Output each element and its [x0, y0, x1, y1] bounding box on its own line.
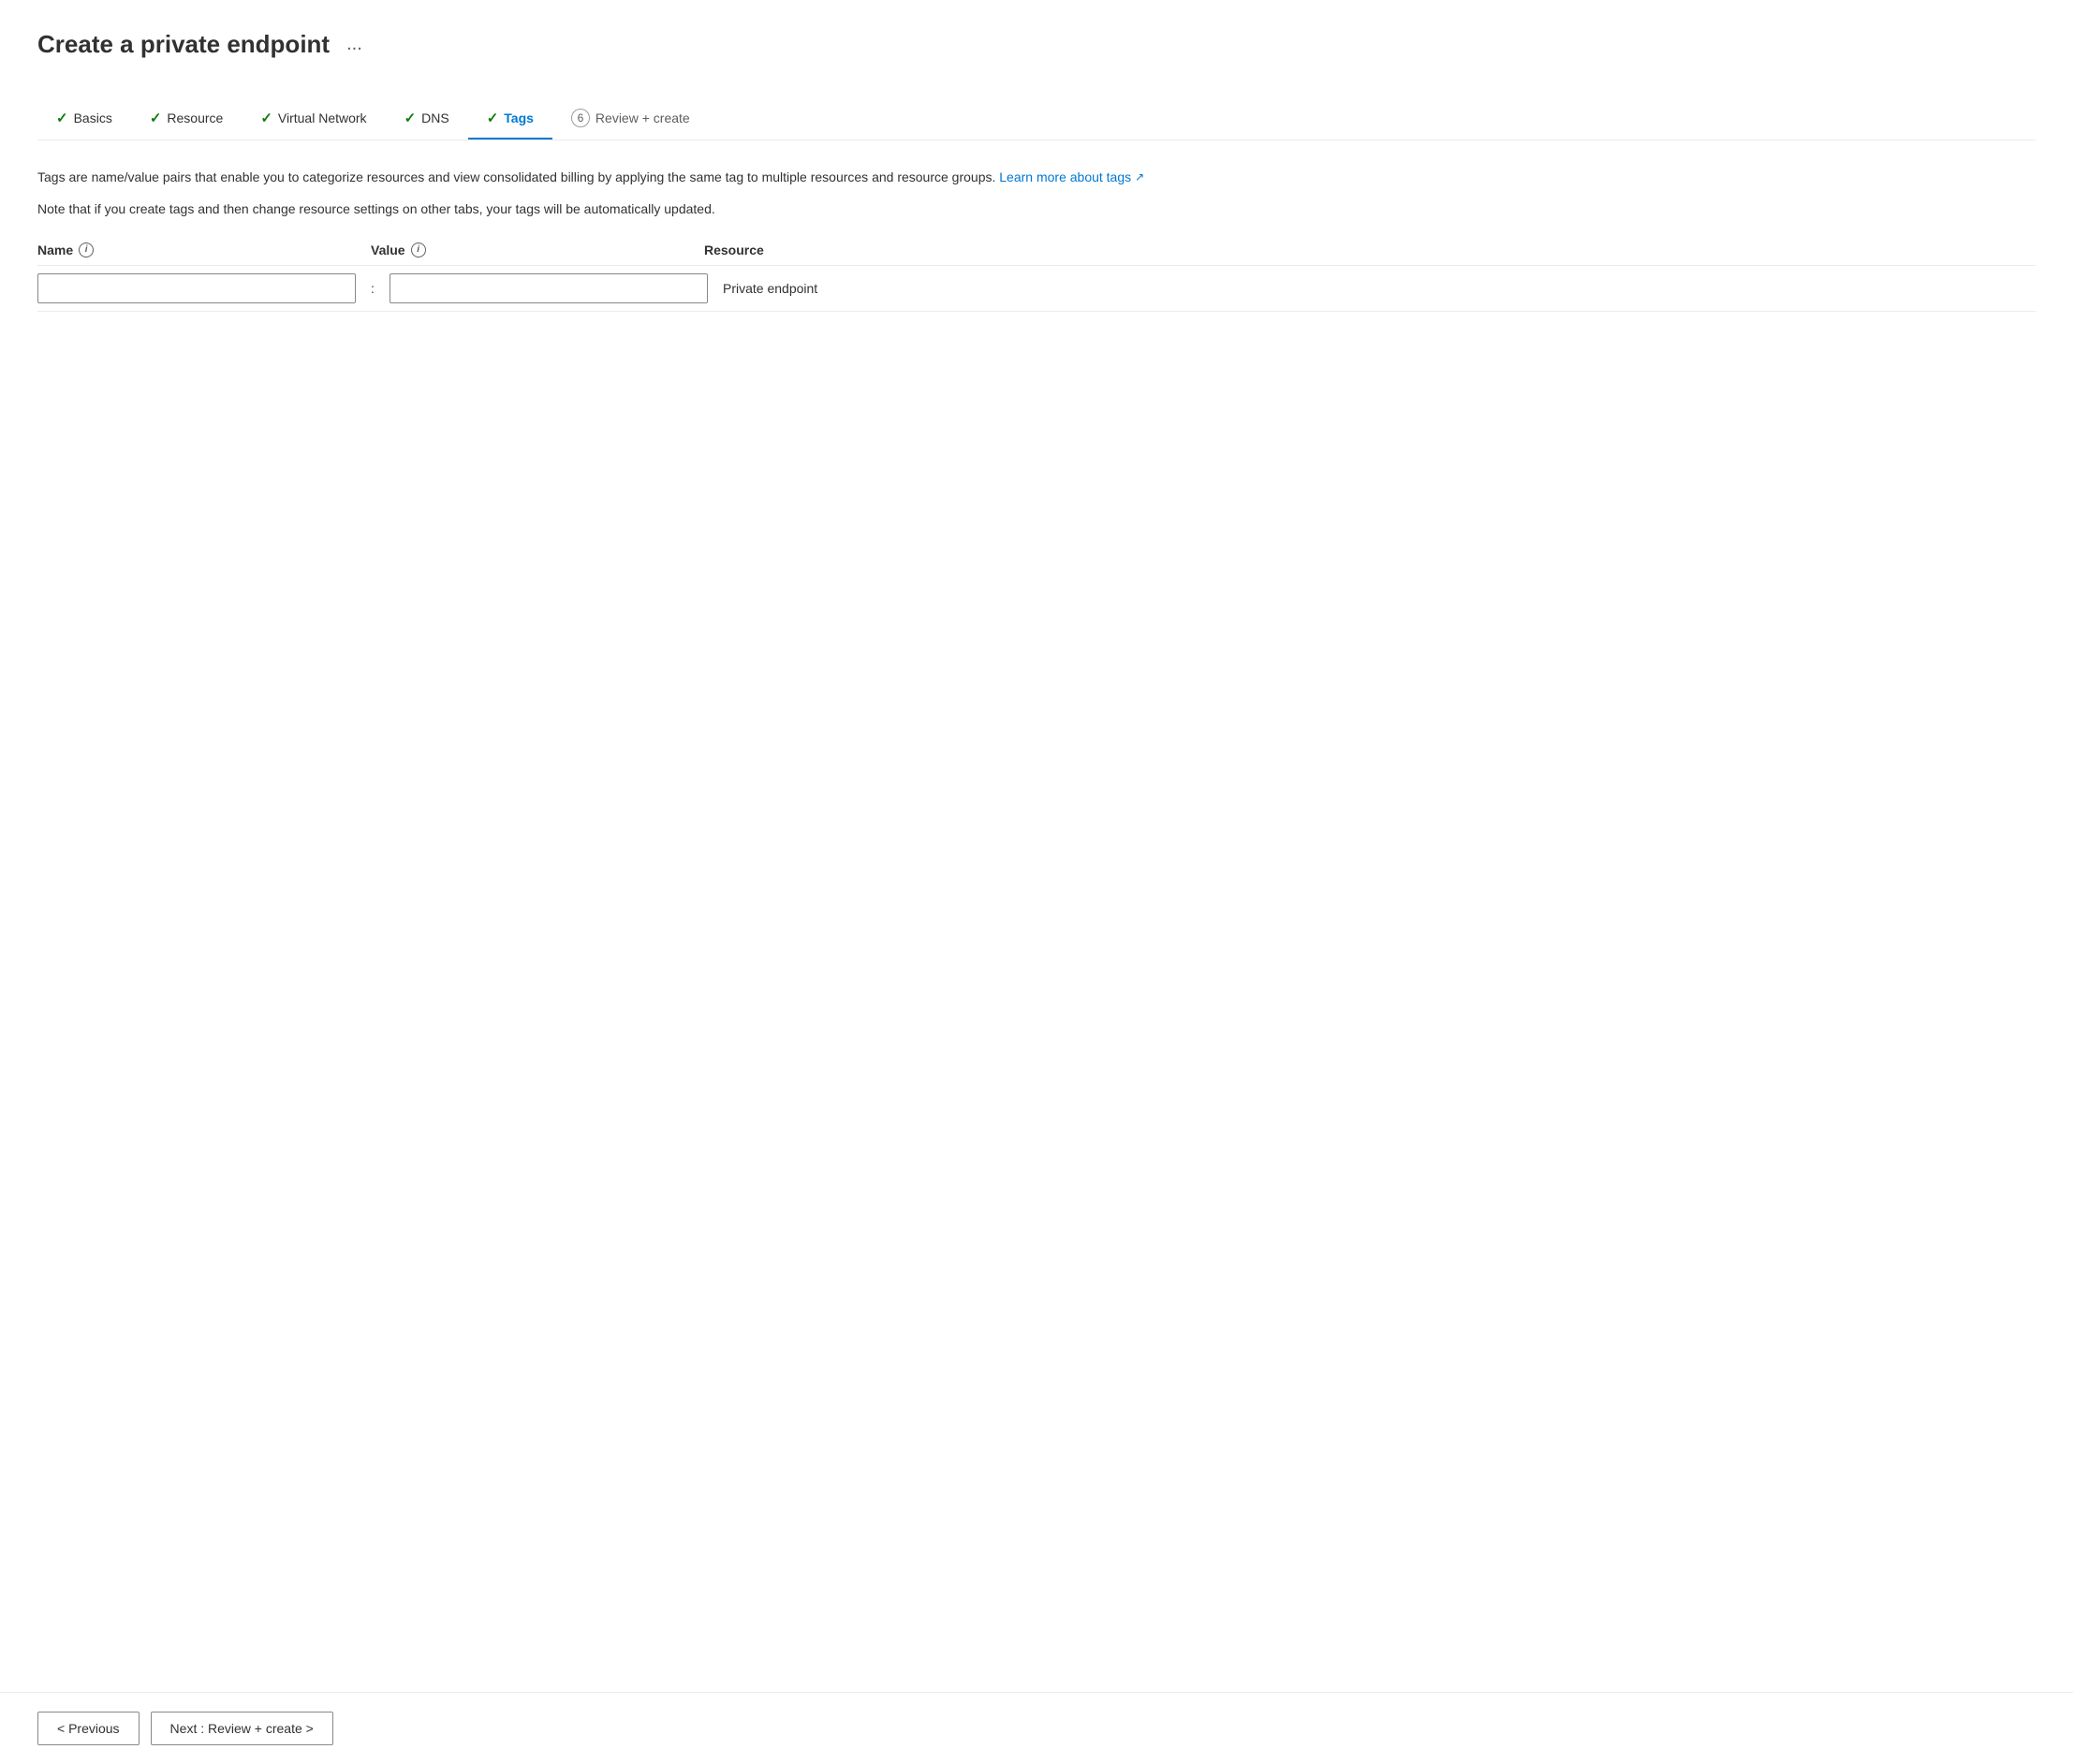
- ellipsis-button[interactable]: ...: [341, 32, 368, 57]
- footer-bar: < Previous Next : Review + create >: [0, 1692, 2073, 1764]
- name-info-icon[interactable]: i: [79, 243, 94, 257]
- learn-more-text: Learn more about tags: [999, 167, 1131, 187]
- tags-table-header: Name i Value i Resource: [37, 243, 2036, 266]
- description-main: Tags are name/value pairs that enable yo…: [37, 167, 2036, 187]
- tab-resource-check: ✓: [150, 110, 162, 126]
- value-info-icon[interactable]: i: [411, 243, 426, 257]
- previous-button[interactable]: < Previous: [37, 1712, 140, 1745]
- tab-basics-label: Basics: [74, 110, 112, 125]
- tab-tags-label: Tags: [504, 110, 534, 125]
- tab-dns[interactable]: ✓ DNS: [386, 98, 468, 140]
- tab-basics[interactable]: ✓ Basics: [37, 98, 131, 140]
- tab-resource-label: Resource: [167, 110, 223, 125]
- tab-resource[interactable]: ✓ Resource: [131, 98, 243, 140]
- description-section: Tags are name/value pairs that enable yo…: [37, 167, 2036, 220]
- tab-dns-label: DNS: [421, 110, 449, 125]
- colon-separator: :: [363, 281, 382, 296]
- tab-tags-check: ✓: [487, 110, 499, 126]
- tab-review-create-label: Review + create: [595, 110, 690, 125]
- next-button[interactable]: Next : Review + create >: [151, 1712, 333, 1745]
- tabs-nav: ✓ Basics ✓ Resource ✓ Virtual Network ✓ …: [37, 96, 2036, 140]
- col-header-resource: Resource: [704, 243, 2036, 257]
- col-header-value: Value i: [371, 243, 689, 257]
- tag-name-input[interactable]: [37, 273, 356, 303]
- tab-review-create-number: 6: [571, 109, 590, 127]
- tab-basics-check: ✓: [56, 110, 68, 126]
- col-header-name: Name i: [37, 243, 356, 257]
- tab-virtual-network-label: Virtual Network: [278, 110, 367, 125]
- learn-more-link[interactable]: Learn more about tags ↗: [999, 167, 1144, 187]
- tab-dns-check: ✓: [404, 110, 417, 126]
- external-link-icon: ↗: [1135, 169, 1144, 186]
- page-title: Create a private endpoint: [37, 30, 330, 59]
- tags-table: Name i Value i Resource : Private endpoi…: [37, 243, 2036, 312]
- note-text: Note that if you create tags and then ch…: [37, 198, 2036, 219]
- tab-tags[interactable]: ✓ Tags: [468, 98, 552, 140]
- tag-value-input[interactable]: [390, 273, 708, 303]
- tab-virtual-network-check: ✓: [260, 110, 272, 126]
- table-row: : Private endpoint: [37, 266, 2036, 312]
- tab-virtual-network[interactable]: ✓ Virtual Network: [242, 98, 385, 140]
- tab-review-create[interactable]: 6 Review + create: [552, 97, 709, 140]
- resource-text: Private endpoint: [715, 281, 2036, 296]
